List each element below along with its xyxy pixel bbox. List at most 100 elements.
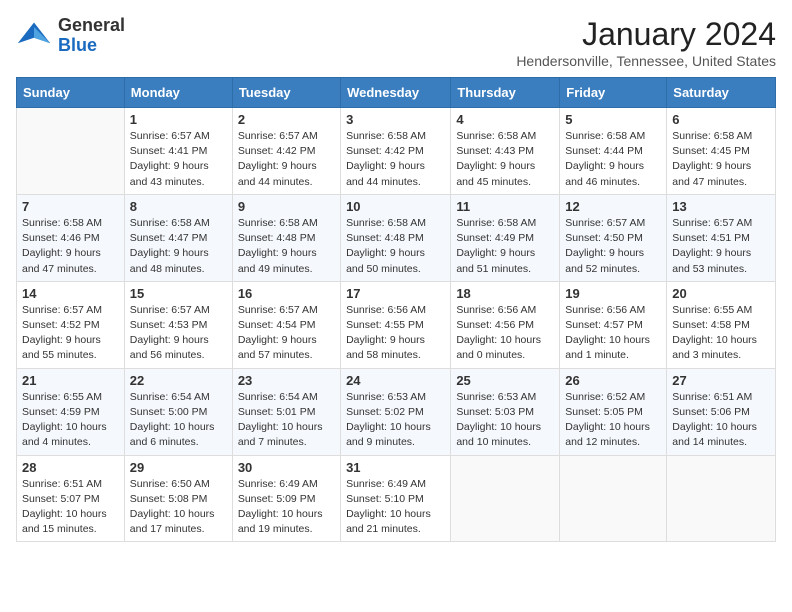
day-info: Sunrise: 6:57 AM Sunset: 4:51 PM Dayligh…: [672, 216, 770, 277]
day-info: Sunrise: 6:58 AM Sunset: 4:46 PM Dayligh…: [22, 216, 119, 277]
day-info: Sunrise: 6:57 AM Sunset: 4:42 PM Dayligh…: [238, 129, 335, 190]
day-number: 4: [456, 112, 554, 127]
day-number: 2: [238, 112, 335, 127]
day-number: 25: [456, 373, 554, 388]
day-info: Sunrise: 6:58 AM Sunset: 4:47 PM Dayligh…: [130, 216, 227, 277]
table-row: 23 Sunrise: 6:54 AM Sunset: 5:01 PM Dayli…: [232, 368, 340, 455]
location-subtitle: Hendersonville, Tennessee, United States: [516, 53, 776, 69]
table-row: 9 Sunrise: 6:58 AM Sunset: 4:48 PM Daylig…: [232, 194, 340, 281]
header-wednesday: Wednesday: [341, 78, 451, 108]
day-info: Sunrise: 6:55 AM Sunset: 4:58 PM Dayligh…: [672, 303, 770, 364]
day-number: 26: [565, 373, 661, 388]
day-number: 19: [565, 286, 661, 301]
table-row: 28 Sunrise: 6:51 AM Sunset: 5:07 PM Dayli…: [17, 455, 125, 542]
table-row: 25Sunrise: 6:53 AM Sunset: 5:03 PM Dayli…: [451, 368, 560, 455]
day-info: Sunrise: 6:58 AM Sunset: 4:48 PM Dayligh…: [346, 216, 445, 277]
day-number: 1: [130, 112, 227, 127]
table-row: 21 Sunrise: 6:55 AM Sunset: 4:59 PM Dayli…: [17, 368, 125, 455]
table-row: 22 Sunrise: 6:54 AM Sunset: 5:00 PM Dayli…: [124, 368, 232, 455]
day-info: Sunrise: 6:56 AM Sunset: 4:56 PM Dayligh…: [456, 303, 554, 364]
header-friday: Friday: [560, 78, 667, 108]
day-number: 17: [346, 286, 445, 301]
day-info: Sunrise: 6:49 AM Sunset: 5:10 PM Dayligh…: [346, 477, 445, 538]
table-row: 13 Sunrise: 6:57 AM Sunset: 4:51 PM Dayli…: [667, 194, 776, 281]
day-number: 29: [130, 460, 227, 475]
header-sunday: Sunday: [17, 78, 125, 108]
calendar-header: Sunday Monday Tuesday Wednesday Thursday…: [17, 78, 776, 108]
day-number: 21: [22, 373, 119, 388]
day-info: Sunrise: 6:49 AM Sunset: 5:09 PM Dayligh…: [238, 477, 335, 538]
table-row: 5 Sunrise: 6:58 AM Sunset: 4:44 PM Daylig…: [560, 108, 667, 195]
logo: General Blue: [16, 16, 125, 56]
logo-text: General Blue: [58, 16, 125, 56]
day-info: Sunrise: 6:57 AM Sunset: 4:54 PM Dayligh…: [238, 303, 335, 364]
day-info: Sunrise: 6:58 AM Sunset: 4:48 PM Dayligh…: [238, 216, 335, 277]
day-info: Sunrise: 6:56 AM Sunset: 4:55 PM Dayligh…: [346, 303, 445, 364]
table-row: 10 Sunrise: 6:58 AM Sunset: 4:48 PM Dayli…: [341, 194, 451, 281]
table-row: 2 Sunrise: 6:57 AM Sunset: 4:42 PM Daylig…: [232, 108, 340, 195]
table-row: 12Sunrise: 6:57 AM Sunset: 4:50 PM Dayli…: [560, 194, 667, 281]
table-row: 6 Sunrise: 6:58 AM Sunset: 4:45 PM Daylig…: [667, 108, 776, 195]
day-info: Sunrise: 6:56 AM Sunset: 4:57 PM Dayligh…: [565, 303, 661, 364]
header-monday: Monday: [124, 78, 232, 108]
day-info: Sunrise: 6:52 AM Sunset: 5:05 PM Dayligh…: [565, 390, 661, 451]
table-row: 16Sunrise: 6:57 AM Sunset: 4:54 PM Dayli…: [232, 281, 340, 368]
day-number: 13: [672, 199, 770, 214]
day-number: 20: [672, 286, 770, 301]
day-number: 15: [130, 286, 227, 301]
day-info: Sunrise: 6:50 AM Sunset: 5:08 PM Dayligh…: [130, 477, 227, 538]
day-number: 8: [130, 199, 227, 214]
page-header: General Blue January 2024 Hendersonville…: [16, 16, 776, 69]
table-row: 7Sunrise: 6:58 AM Sunset: 4:46 PM Daylig…: [17, 194, 125, 281]
month-title: January 2024: [516, 16, 776, 53]
day-info: Sunrise: 6:58 AM Sunset: 4:49 PM Dayligh…: [456, 216, 554, 277]
day-number: 3: [346, 112, 445, 127]
table-row: 30 Sunrise: 6:49 AM Sunset: 5:09 PM Dayli…: [232, 455, 340, 542]
header-saturday: Saturday: [667, 78, 776, 108]
day-info: Sunrise: 6:51 AM Sunset: 5:06 PM Dayligh…: [672, 390, 770, 451]
table-row: [560, 455, 667, 542]
day-number: 27: [672, 373, 770, 388]
day-info: Sunrise: 6:54 AM Sunset: 5:00 PM Dayligh…: [130, 390, 227, 451]
day-number: 5: [565, 112, 661, 127]
day-number: 24: [346, 373, 445, 388]
day-info: Sunrise: 6:57 AM Sunset: 4:53 PM Dayligh…: [130, 303, 227, 364]
day-info: Sunrise: 6:58 AM Sunset: 4:43 PM Dayligh…: [456, 129, 554, 190]
table-row: 1 Sunrise: 6:57 AM Sunset: 4:41 PM Daylig…: [124, 108, 232, 195]
table-row: 15 Sunrise: 6:57 AM Sunset: 4:53 PM Dayli…: [124, 281, 232, 368]
day-info: Sunrise: 6:51 AM Sunset: 5:07 PM Dayligh…: [22, 477, 119, 538]
table-row: 14Sunrise: 6:57 AM Sunset: 4:52 PM Dayli…: [17, 281, 125, 368]
table-row: 29 Sunrise: 6:50 AM Sunset: 5:08 PM Dayli…: [124, 455, 232, 542]
day-number: 10: [346, 199, 445, 214]
day-info: Sunrise: 6:54 AM Sunset: 5:01 PM Dayligh…: [238, 390, 335, 451]
table-row: 27 Sunrise: 6:51 AM Sunset: 5:06 PM Dayli…: [667, 368, 776, 455]
day-number: 28: [22, 460, 119, 475]
table-row: 4 Sunrise: 6:58 AM Sunset: 4:43 PM Daylig…: [451, 108, 560, 195]
table-row: [667, 455, 776, 542]
day-number: 22: [130, 373, 227, 388]
title-block: January 2024 Hendersonville, Tennessee, …: [516, 16, 776, 69]
day-number: 14: [22, 286, 119, 301]
day-info: Sunrise: 6:58 AM Sunset: 4:45 PM Dayligh…: [672, 129, 770, 190]
day-number: 23: [238, 373, 335, 388]
calendar-body: 1 Sunrise: 6:57 AM Sunset: 4:41 PM Daylig…: [17, 108, 776, 542]
day-info: Sunrise: 6:58 AM Sunset: 4:44 PM Dayligh…: [565, 129, 661, 190]
day-number: 12: [565, 199, 661, 214]
table-row: 20 Sunrise: 6:55 AM Sunset: 4:58 PM Dayli…: [667, 281, 776, 368]
header-thursday: Thursday: [451, 78, 560, 108]
table-row: [451, 455, 560, 542]
calendar-table: Sunday Monday Tuesday Wednesday Thursday…: [16, 77, 776, 542]
day-info: Sunrise: 6:58 AM Sunset: 4:42 PM Dayligh…: [346, 129, 445, 190]
day-number: 30: [238, 460, 335, 475]
day-info: Sunrise: 6:53 AM Sunset: 5:02 PM Dayligh…: [346, 390, 445, 451]
table-row: 19 Sunrise: 6:56 AM Sunset: 4:57 PM Dayli…: [560, 281, 667, 368]
day-number: 6: [672, 112, 770, 127]
day-number: 9: [238, 199, 335, 214]
table-row: 3 Sunrise: 6:58 AM Sunset: 4:42 PM Daylig…: [341, 108, 451, 195]
day-info: Sunrise: 6:57 AM Sunset: 4:41 PM Dayligh…: [130, 129, 227, 190]
table-row: 8 Sunrise: 6:58 AM Sunset: 4:47 PM Daylig…: [124, 194, 232, 281]
header-tuesday: Tuesday: [232, 78, 340, 108]
day-number: 11: [456, 199, 554, 214]
day-info: Sunrise: 6:55 AM Sunset: 4:59 PM Dayligh…: [22, 390, 119, 451]
table-row: 11 Sunrise: 6:58 AM Sunset: 4:49 PM Dayli…: [451, 194, 560, 281]
